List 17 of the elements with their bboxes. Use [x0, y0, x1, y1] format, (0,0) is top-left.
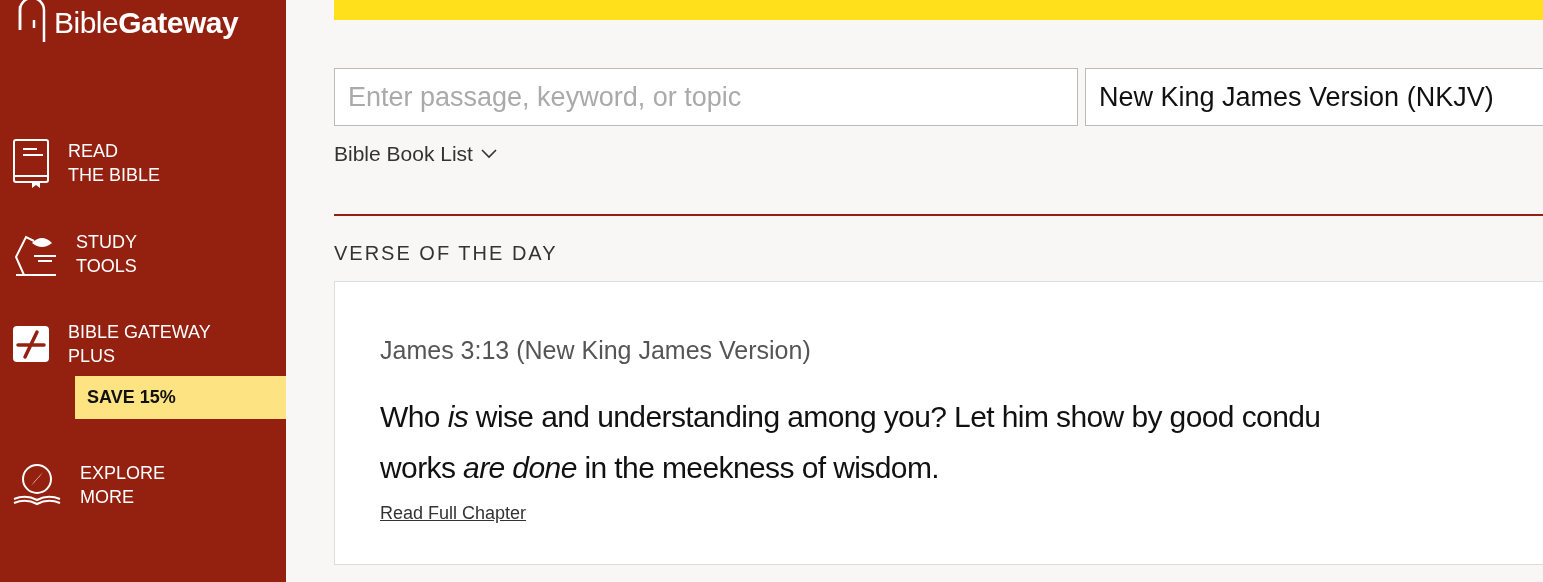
- book-list-link[interactable]: Bible Book List: [334, 142, 473, 166]
- compass-icon[interactable]: [12, 463, 62, 507]
- verse-text: Who is wise and understanding among you? Let him show by good condu works are done in the meekness of wisdom.: [380, 399, 1321, 486]
- section-heading: VERSE OF THE DAY: [334, 242, 559, 265]
- book-icon[interactable]: [12, 138, 50, 188]
- plus-icon[interactable]: [12, 325, 50, 363]
- version-select[interactable]: New King James Version (NKJV): [1085, 68, 1543, 126]
- search-field[interactable]: Enter passage, keyword, or topic: [334, 68, 1078, 126]
- verse-reference: James 3:13 (New King James Version): [380, 336, 811, 365]
- nav-link[interactable]: READ THE BIBLE: [68, 139, 161, 187]
- nav-link[interactable]: EXPLORE MORE: [80, 461, 166, 509]
- read-chapter-link[interactable]: Read Full Chapter: [380, 503, 527, 524]
- nav-link[interactable]: STUDY TOOLS: [76, 230, 137, 278]
- nav-link[interactable]: BIBLE GATEWAY PLUS: [68, 320, 211, 368]
- save-badge[interactable]: SAVE 15%: [75, 376, 286, 419]
- chevron-down-icon[interactable]: [480, 149, 497, 159]
- logo-text[interactable]: BibleGateway: [54, 4, 239, 42]
